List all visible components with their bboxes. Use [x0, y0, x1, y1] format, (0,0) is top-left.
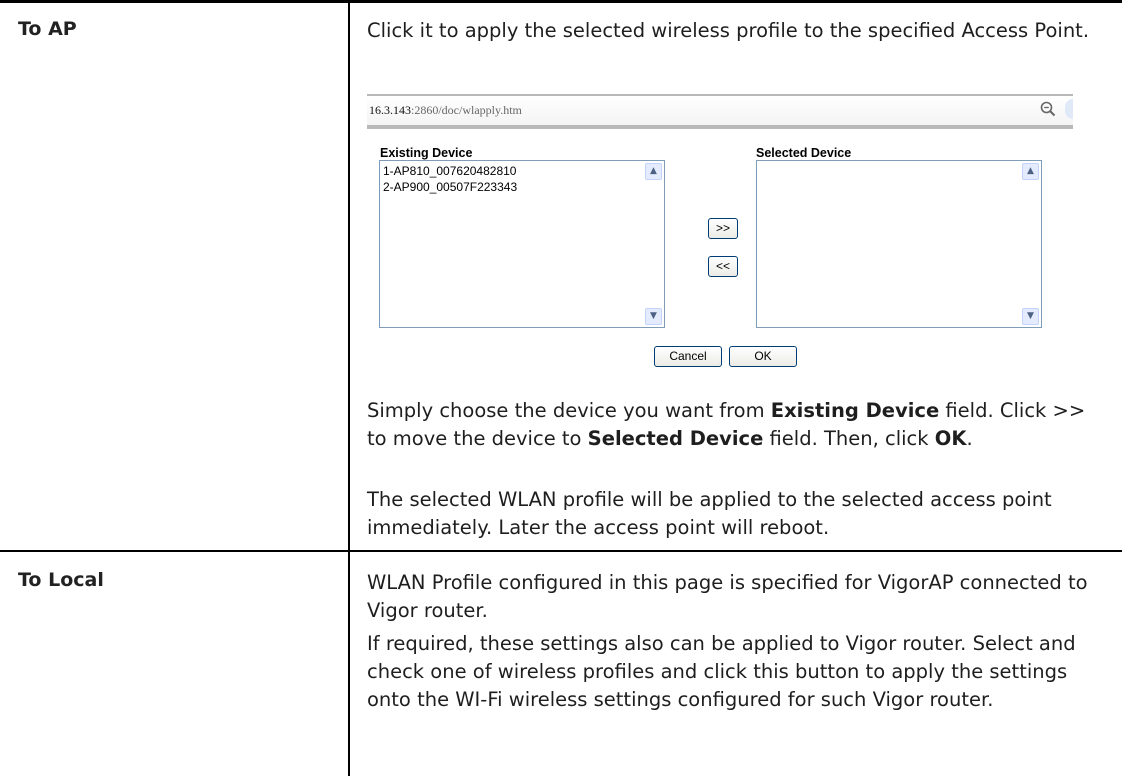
term-to-local: To Local: [18, 569, 104, 591]
term-to-ap: To AP: [18, 18, 77, 40]
address-text: 16.3.143:2860/doc/wlapply.htm: [369, 103, 522, 118]
row-divider: [0, 550, 1122, 552]
scroll-down-icon[interactable]: ▼: [645, 308, 662, 325]
step-text: .: [966, 427, 973, 450]
address-host: 16.3.143: [369, 103, 411, 117]
selected-device-ref: Selected Device: [587, 427, 764, 450]
list-item[interactable]: 2-AP900_00507F223343: [383, 180, 517, 194]
search-icon[interactable]: [1039, 100, 1057, 118]
existing-device-label: Existing Device: [380, 146, 473, 160]
to-local-p1: WLAN Profile configured in this page is …: [367, 571, 1088, 622]
to-ap-note: The selected WLAN profile will be applie…: [367, 488, 1052, 539]
scroll-up-icon[interactable]: ▲: [645, 163, 662, 180]
move-left-button[interactable]: <<: [708, 256, 738, 277]
ok-button[interactable]: OK: [729, 346, 797, 367]
table-top-border: [0, 0, 1122, 3]
address-path: :2860/doc/wlapply.htm: [411, 103, 522, 117]
scroll-down-icon[interactable]: ▼: [1022, 308, 1039, 325]
cancel-button[interactable]: Cancel: [654, 346, 722, 367]
definition-table: To AP Click it to apply the selected wir…: [0, 0, 1122, 776]
existing-device-list[interactable]: 1-AP810_007620482810 2-AP900_00507F22334…: [379, 160, 665, 328]
step-text: Simply choose the device you want from: [367, 399, 771, 422]
to-local-p2: If required, these settings also can be …: [367, 632, 1076, 711]
step-text: field. Then, click: [763, 427, 935, 450]
existing-device-ref: Existing Device: [770, 399, 940, 422]
apply-dialog-screenshot: 16.3.143:2860/doc/wlapply.htm Existing D…: [367, 90, 1073, 380]
selected-device-label: Selected Device: [756, 146, 852, 160]
move-right-button[interactable]: >>: [708, 218, 738, 239]
to-ap-intro: Click it to apply the selected wireless …: [367, 19, 1090, 42]
list-item[interactable]: 1-AP810_007620482810: [383, 164, 516, 178]
browser-edge-decoration: [1065, 99, 1073, 119]
ok-ref: OK: [934, 427, 967, 450]
address-bar: 16.3.143:2860/doc/wlapply.htm: [367, 94, 1073, 129]
scroll-up-icon[interactable]: ▲: [1022, 163, 1039, 180]
selected-device-list[interactable]: ▲ ▼: [756, 160, 1042, 328]
column-divider: [348, 0, 350, 776]
to-ap-step: Simply choose the device you want from E…: [367, 397, 1097, 453]
